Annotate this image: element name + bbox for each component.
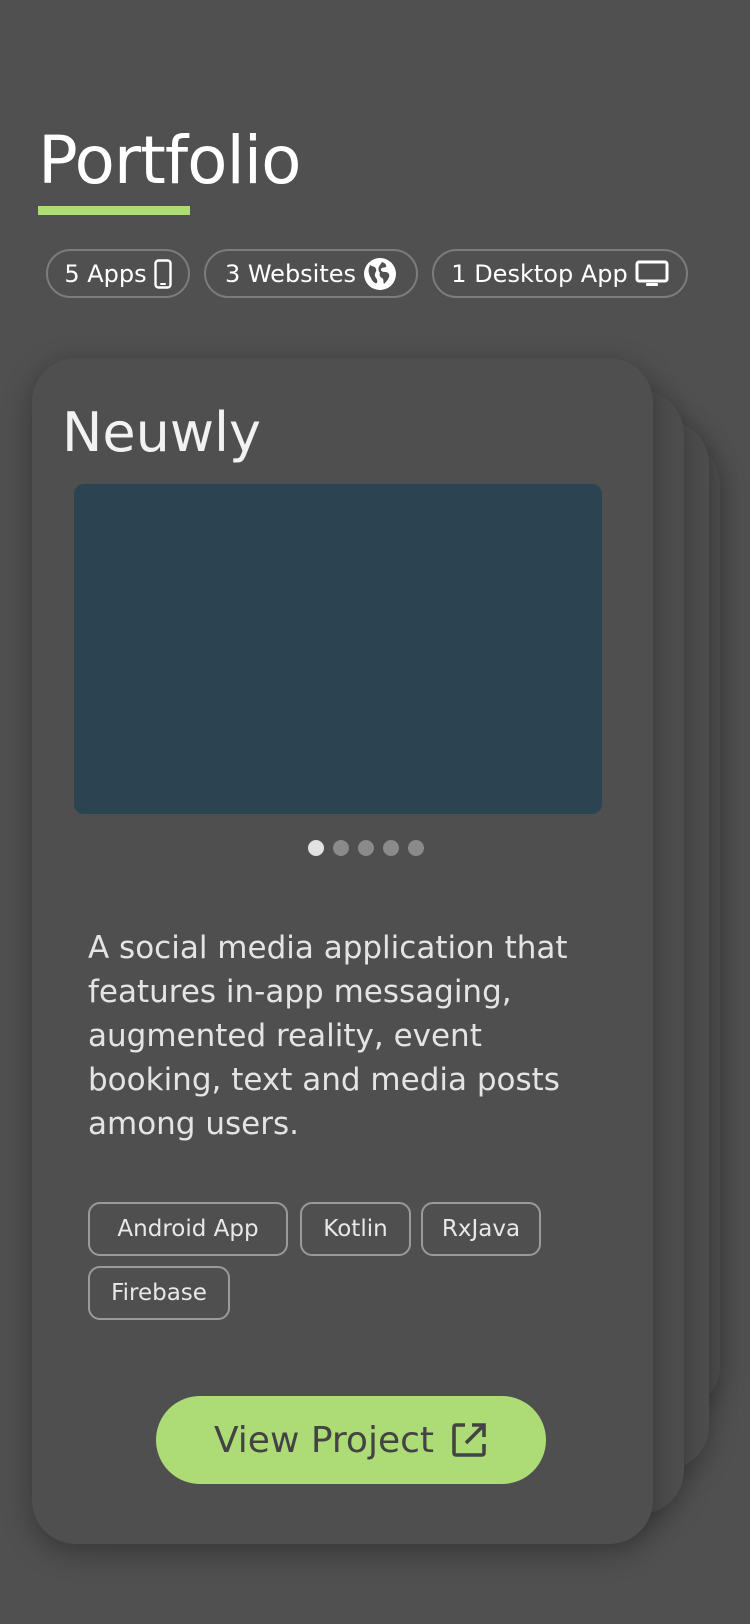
carousel-dot[interactable] [332,840,349,856]
tag-android-app: Android App [88,1202,288,1256]
tag-kotlin: Kotlin [300,1202,411,1256]
page-title: Portfolio [38,122,302,199]
project-image[interactable] [74,484,602,814]
view-project-label: View Project [213,1419,435,1461]
carousel-dot[interactable] [307,840,324,856]
external-link-icon [452,1423,486,1457]
project-description: A social media application that features… [88,930,568,1142]
stat-apps-pill: 5 Apps [46,249,190,298]
title-underline [38,206,190,215]
monitor-icon [635,260,669,286]
carousel-dot[interactable] [407,840,424,856]
stat-websites-pill: 3 Websites [204,249,418,298]
stat-desktop-label: 1 Desktop App [451,259,628,288]
tag-rxjava: RxJava [421,1202,541,1256]
stat-websites-label: 3 Websites [224,259,357,288]
carousel-dot[interactable] [357,840,374,856]
smartphone-icon [153,258,172,289]
portfolio-page: Portfolio 5 Apps 3 Websites 1 Desktop Ap… [0,0,750,1624]
carousel-dot[interactable] [382,840,399,856]
project-name: Neuwly [62,401,261,464]
stat-desktop-pill: 1 Desktop App [432,249,688,298]
project-card[interactable]: Neuwly A social media application that f… [32,358,653,1544]
carousel-dots [32,840,653,856]
tag-firebase: Firebase [88,1266,230,1320]
globe-icon [364,257,397,290]
view-project-button[interactable]: View Project [156,1396,546,1484]
stat-apps-label: 5 Apps [64,259,147,288]
